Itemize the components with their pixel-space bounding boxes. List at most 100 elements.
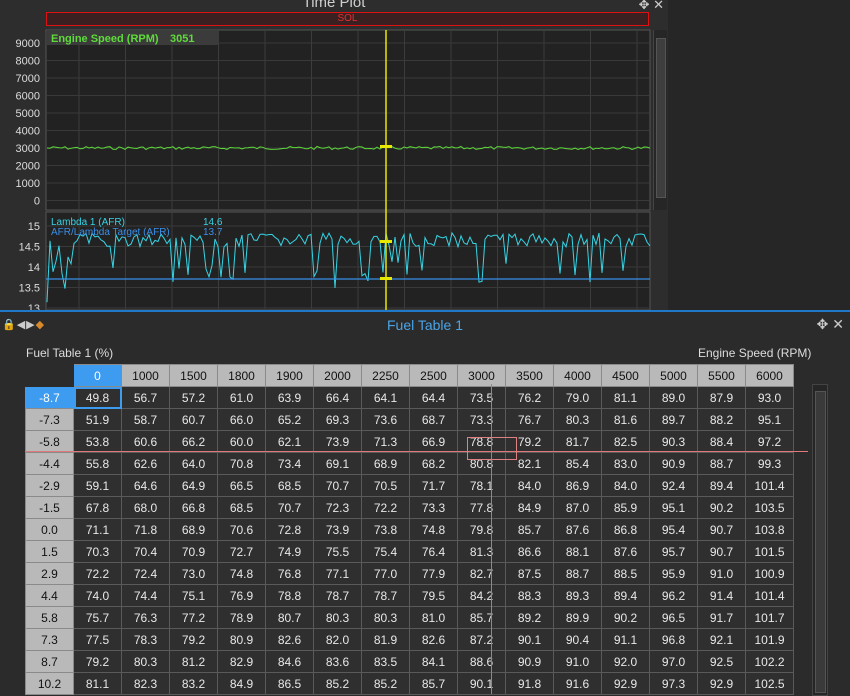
table-cell[interactable]: 90.7 [697,540,746,563]
table-cell[interactable]: 91.8 [505,672,554,695]
table-cell[interactable]: 89.7 [649,408,698,431]
table-cell[interactable]: 80.3 [313,606,362,629]
table-cell[interactable]: 79.2 [73,650,122,673]
table-cell[interactable]: 68.2 [409,452,458,475]
table-cell[interactable]: 90.9 [505,650,554,673]
y-axis-header[interactable]: -1.5 [25,496,74,519]
table-cell[interactable]: 79.8 [457,518,506,541]
table-cell[interactable]: 73.3 [409,496,458,519]
table-cell[interactable]: 92.9 [601,672,650,695]
table-cell[interactable]: 92.0 [601,650,650,673]
close-icon[interactable]: ✕ [832,316,844,332]
table-cell[interactable]: 64.4 [409,386,458,409]
scrollbar-thumb[interactable] [656,38,666,198]
table-cell[interactable]: 69.3 [313,408,362,431]
table-cell[interactable]: 68.0 [121,496,170,519]
x-axis-header[interactable]: 5500 [697,364,746,387]
y-axis-header[interactable]: 1.5 [25,540,74,563]
y-axis-header[interactable]: -4.4 [25,452,74,475]
table-cell[interactable]: 102.5 [745,672,794,695]
table-cell[interactable]: 99.3 [745,452,794,475]
x-axis-header[interactable]: 1800 [217,364,266,387]
time-plot-scrollbar[interactable] [653,30,667,210]
table-cell[interactable]: 85.9 [601,496,650,519]
table-cell[interactable]: 95.1 [649,496,698,519]
y-axis-header[interactable]: 8.7 [25,650,74,673]
table-cell[interactable]: 67.8 [73,496,122,519]
table-cell[interactable]: 101.5 [745,540,794,563]
table-cell[interactable]: 74.4 [121,584,170,607]
x-axis-header[interactable]: 2000 [313,364,362,387]
table-cell[interactable]: 81.0 [409,606,458,629]
table-cell[interactable]: 91.4 [697,584,746,607]
table-cell[interactable]: 72.8 [265,518,314,541]
table-cell[interactable]: 68.9 [169,518,218,541]
table-cell[interactable]: 78.7 [361,584,410,607]
table-cell[interactable]: 82.5 [601,430,650,453]
table-cell[interactable]: 74.8 [217,562,266,585]
table-cell[interactable]: 97.2 [745,430,794,453]
table-cell[interactable]: 93.0 [745,386,794,409]
table-cell[interactable]: 80.7 [265,606,314,629]
table-cell[interactable]: 81.1 [73,672,122,695]
table-cell[interactable]: 59.1 [73,474,122,497]
y-axis-header[interactable]: 4.4 [25,584,74,607]
table-cell[interactable]: 57.2 [169,386,218,409]
table-cell[interactable]: 80.9 [217,628,266,651]
table-cell[interactable]: 79.2 [169,628,218,651]
table-cell[interactable]: 90.1 [505,628,554,651]
table-cell[interactable]: 90.1 [457,672,506,695]
table-cell[interactable]: 103.8 [745,518,794,541]
table-cell[interactable]: 82.9 [217,650,266,673]
table-cell[interactable]: 70.7 [313,474,362,497]
table-cell[interactable]: 74.0 [73,584,122,607]
table-cell[interactable]: 91.0 [553,650,602,673]
x-axis-header[interactable]: 1900 [265,364,314,387]
table-cell[interactable]: 81.7 [553,430,602,453]
table-cell[interactable]: 84.9 [217,672,266,695]
table-cell[interactable]: 97.3 [649,672,698,695]
table-cell[interactable]: 73.3 [457,408,506,431]
table-cell[interactable]: 79.0 [553,386,602,409]
table-cell[interactable]: 95.4 [649,518,698,541]
table-cell[interactable]: 86.6 [505,540,554,563]
table-cell[interactable]: 61.0 [217,386,266,409]
table-cell[interactable]: 73.4 [265,452,314,475]
table-cell[interactable]: 89.3 [553,584,602,607]
x-axis-header[interactable]: 4000 [553,364,602,387]
table-cell[interactable]: 71.1 [73,518,122,541]
table-cell[interactable]: 53.8 [73,430,122,453]
fuel-table-grid[interactable]: 0 1000 1500 1800 1900 2000 2250 2500 3000 3500 400… [25,364,794,695]
table-cell[interactable]: 75.7 [73,606,122,629]
table-cell[interactable]: 90.3 [649,430,698,453]
table-cell[interactable]: 70.7 [265,496,314,519]
table-cell[interactable]: 66.0 [217,408,266,431]
table-cell[interactable]: 64.9 [169,474,218,497]
x-axis-header[interactable]: 1500 [169,364,218,387]
table-cell[interactable]: 62.1 [265,430,314,453]
table-cell[interactable]: 78.3 [121,628,170,651]
table-cell[interactable]: 102.2 [745,650,794,673]
table-cell[interactable]: 58.7 [121,408,170,431]
table-cell[interactable]: 83.0 [601,452,650,475]
table-cell[interactable]: 83.6 [313,650,362,673]
y-axis-header[interactable]: 5.8 [25,606,74,629]
table-cell[interactable]: 70.9 [169,540,218,563]
table-cell[interactable]: 72.2 [73,562,122,585]
table-cell[interactable]: 86.8 [601,518,650,541]
table-cell[interactable]: 70.8 [217,452,266,475]
table-cell[interactable]: 73.9 [313,430,362,453]
table-cell[interactable]: 87.2 [457,628,506,651]
table-cell[interactable]: 82.6 [265,628,314,651]
table-cell[interactable]: 101.4 [745,474,794,497]
table-cell[interactable]: 76.8 [265,562,314,585]
table-cell[interactable]: 77.1 [313,562,362,585]
table-cell[interactable]: 85.7 [409,672,458,695]
table-cell[interactable]: 95.7 [649,540,698,563]
time-plot-canvas[interactable]: 9000 8000 7000 6000 5000 4000 3000 2000 1000 0 En… [0,28,652,310]
table-cell[interactable]: 72.2 [361,496,410,519]
y-axis-header[interactable]: -7.3 [25,408,74,431]
table-cell[interactable]: 78.1 [457,474,506,497]
table-cell[interactable]: 77.0 [361,562,410,585]
table-cell[interactable]: 68.7 [409,408,458,431]
